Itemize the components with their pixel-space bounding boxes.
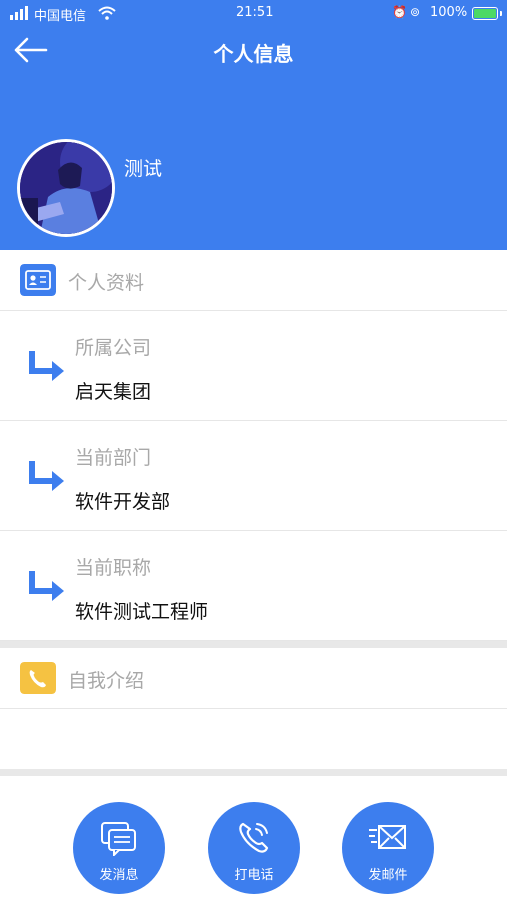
phone-icon (239, 822, 269, 853)
job-title-row: 当前职称 软件测试工程师 (0, 531, 507, 641)
call-label: 打电话 (234, 868, 274, 883)
status-time: 21:51 (236, 5, 274, 20)
carrier-name: 中国电信 (34, 9, 87, 24)
send-message-button[interactable]: 发消息 (73, 802, 165, 894)
section-divider (0, 641, 507, 648)
avatar-image (20, 142, 112, 234)
section-label: 个人资料 (68, 272, 145, 294)
company-value: 启天集团 (75, 381, 152, 403)
department-label: 当前部门 (75, 447, 152, 469)
page-title: 个人信息 (213, 42, 294, 66)
job-title-value: 软件测试工程师 (75, 601, 209, 623)
self-intro-header: 自我介绍 (0, 648, 507, 709)
avatar[interactable] (17, 139, 115, 237)
send-message-label: 发消息 (99, 868, 139, 883)
section-label: 自我介绍 (68, 670, 145, 692)
call-button[interactable]: 打电话 (208, 802, 300, 894)
personal-profile-header: 个人资料 (0, 250, 507, 311)
phone-card-icon (20, 662, 56, 694)
wifi-icon (98, 6, 116, 20)
mail-icon (369, 825, 406, 849)
company-label: 所属公司 (75, 337, 152, 359)
company-row: 所属公司 启天集团 (0, 311, 507, 421)
turn-right-arrow-icon (29, 461, 64, 491)
turn-right-arrow-icon (29, 351, 64, 381)
id-card-icon (20, 264, 56, 296)
username: 测试 (124, 158, 163, 180)
job-title-label: 当前职称 (75, 557, 152, 579)
battery-percentage: 100% (430, 5, 468, 20)
alarm-icon: ⏰ (392, 5, 407, 19)
department-row: 当前部门 软件开发部 (0, 421, 507, 531)
turn-right-arrow-icon (29, 571, 64, 601)
rotation-lock-icon: ⊚ (410, 5, 421, 19)
signal-icon (10, 6, 28, 20)
department-value: 软件开发部 (75, 491, 171, 513)
chat-icon (101, 822, 136, 856)
send-email-label: 发邮件 (368, 868, 408, 883)
status-bar: 中国电信 21:51 ⏰ ⊚ 100% (0, 0, 507, 26)
battery-icon (472, 7, 502, 20)
profile-header: 中国电信 21:51 ⏰ ⊚ 100% 个人信息 测试 (0, 0, 507, 250)
send-email-button[interactable]: 发邮件 (342, 802, 434, 894)
section-divider (0, 769, 507, 776)
